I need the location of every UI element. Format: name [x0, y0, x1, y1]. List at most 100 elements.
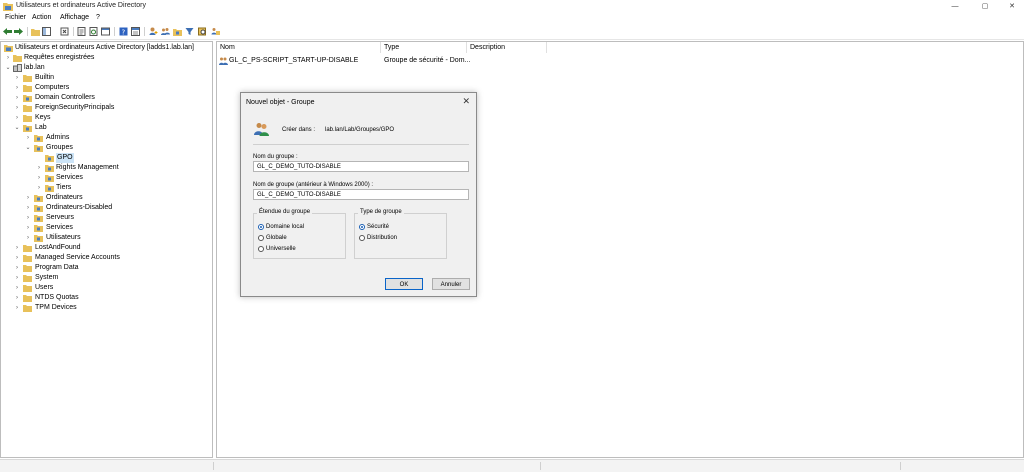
tree-item-label: Ordinateurs [46, 194, 83, 201]
chevron-right-icon[interactable]: › [14, 263, 20, 273]
chevron-right-icon[interactable]: › [25, 213, 31, 223]
show-tree-icon[interactable] [42, 27, 51, 36]
toolbar-separator [114, 27, 115, 36]
find-icon[interactable] [198, 27, 207, 36]
radio-unselected-icon [359, 235, 365, 241]
tree-item-label: Lab [35, 124, 47, 131]
folder-icon [23, 245, 32, 252]
dialog-close-button[interactable]: ✕ [462, 96, 470, 107]
chevron-right-icon[interactable]: › [14, 283, 20, 293]
chevron-right-icon[interactable]: › [14, 83, 20, 93]
chevron-right-icon[interactable]: › [36, 173, 42, 183]
toolbar-separator [27, 27, 28, 36]
radio-selected-icon [258, 224, 264, 230]
folder-icon [23, 275, 32, 282]
chevron-right-icon[interactable]: › [25, 203, 31, 213]
ou-icon [45, 175, 54, 182]
chevron-right-icon[interactable]: › [14, 293, 20, 303]
column-header-description[interactable]: Description [467, 42, 547, 53]
group-type-box: Type de groupe Sécurité Distribution [354, 209, 447, 259]
toolbar: ? [0, 24, 1024, 40]
chevron-right-icon[interactable]: › [25, 133, 31, 143]
properties-icon[interactable] [77, 27, 86, 36]
svg-text:?: ? [122, 29, 126, 37]
tree-item-label: Services [46, 224, 73, 231]
column-header-type[interactable]: Type [381, 42, 467, 53]
dialog-button-area: OK Annuler [241, 272, 476, 296]
minimize-button[interactable]: — [944, 0, 966, 13]
status-bar [0, 459, 1024, 472]
back-arrow-icon[interactable] [3, 27, 12, 36]
chevron-right-icon[interactable]: › [14, 303, 20, 313]
tree-item-label: Ordinateurs-Disabled [46, 204, 113, 211]
chevron-down-icon[interactable]: ⌄ [5, 63, 11, 73]
tree-item-label: Computers [35, 84, 70, 91]
chevron-right-icon[interactable]: › [14, 273, 20, 283]
tree-item-label: Utilisateurs [46, 234, 81, 241]
tree-item-label: LostAndFound [35, 244, 81, 251]
forward-arrow-icon[interactable] [14, 27, 23, 36]
new-user-icon[interactable] [149, 27, 158, 36]
chevron-right-icon[interactable]: › [36, 183, 42, 193]
ou-icon [45, 165, 54, 172]
chevron-right-icon[interactable]: › [36, 163, 42, 173]
chevron-right-icon[interactable]: › [14, 243, 20, 253]
chevron-right-icon[interactable]: › [5, 53, 11, 63]
chevron-right-icon[interactable]: › [14, 253, 20, 263]
table-row[interactable]: GL_C_PS-SCRIPT_START-UP-DISABLE Groupe d… [217, 56, 777, 66]
ad-folder-icon [3, 3, 13, 11]
delete-icon[interactable] [60, 27, 69, 36]
menu-help[interactable]: ? [96, 14, 100, 21]
group-name-input[interactable]: GL_C_DEMO_TUTO-DISABLE [253, 161, 469, 172]
tree-item-label: Users [35, 284, 54, 291]
title-bar: Utilisateurs et ordinateurs Active Direc… [0, 0, 1024, 13]
group-name-label: Nom du groupe : [253, 154, 298, 160]
chevron-right-icon[interactable]: › [25, 193, 31, 203]
add-to-group-icon[interactable] [211, 27, 220, 36]
new-ou-icon[interactable] [173, 27, 182, 36]
radio-label: Distribution [367, 235, 398, 241]
row-name: GL_C_PS-SCRIPT_START-UP-DISABLE [229, 57, 359, 64]
menu-affichage[interactable]: Affichage [60, 14, 89, 21]
folder-icon [23, 305, 32, 312]
tree-item-label: Services [56, 174, 83, 181]
new-group-icon[interactable] [161, 27, 170, 36]
status-separator [540, 462, 541, 470]
cancel-button[interactable]: Annuler [432, 278, 470, 290]
chevron-right-icon[interactable]: › [14, 73, 20, 83]
folder-icon [23, 295, 32, 302]
export-list-icon[interactable] [101, 27, 110, 36]
chevron-right-icon[interactable]: › [25, 223, 31, 233]
group-scope-box: Étendue du groupe Domaine local Globale … [253, 209, 346, 259]
help-icon[interactable]: ? [119, 27, 128, 36]
up-folder-icon[interactable] [31, 27, 40, 36]
chevron-right-icon[interactable]: › [14, 113, 20, 123]
chevron-right-icon[interactable]: › [14, 93, 20, 103]
console-tree[interactable]: Utilisateurs et ordinateurs Active Direc… [0, 41, 213, 458]
tree-item-label: lab.lan [24, 64, 45, 71]
close-window-button[interactable]: ✕ [1001, 0, 1023, 13]
column-header-name[interactable]: Nom [217, 42, 381, 53]
folder-icon [13, 55, 22, 62]
filter-icon[interactable] [185, 27, 194, 36]
ad-root-icon [4, 45, 13, 52]
menu-action[interactable]: Action [32, 14, 51, 21]
row-type: Groupe de sécurité - Dom... [384, 57, 471, 64]
chevron-down-icon[interactable]: ⌄ [14, 123, 20, 133]
chevron-right-icon[interactable]: › [25, 233, 31, 243]
ou-icon [34, 205, 43, 212]
maximize-button[interactable]: ▢ [974, 0, 996, 13]
tree-item-label: System [35, 274, 59, 281]
menu-fichier[interactable]: Fichier [5, 14, 26, 21]
new-group-dialog: Nouvel objet - Groupe ✕ Créer dans : lab… [240, 92, 477, 297]
refresh-icon[interactable] [89, 27, 98, 36]
pre-windows-2000-name-input[interactable]: GL_C_DEMO_TUTO-DISABLE [253, 189, 469, 200]
radio-unselected-icon [258, 246, 264, 252]
group-scope-label: Étendue du groupe [257, 209, 313, 215]
ok-button[interactable]: OK [385, 278, 423, 290]
dialog-divider [253, 144, 469, 145]
ou-icon [34, 225, 43, 232]
chevron-down-icon[interactable]: ⌄ [25, 143, 31, 153]
console-view-icon[interactable] [131, 27, 140, 36]
chevron-right-icon[interactable]: › [14, 103, 20, 113]
